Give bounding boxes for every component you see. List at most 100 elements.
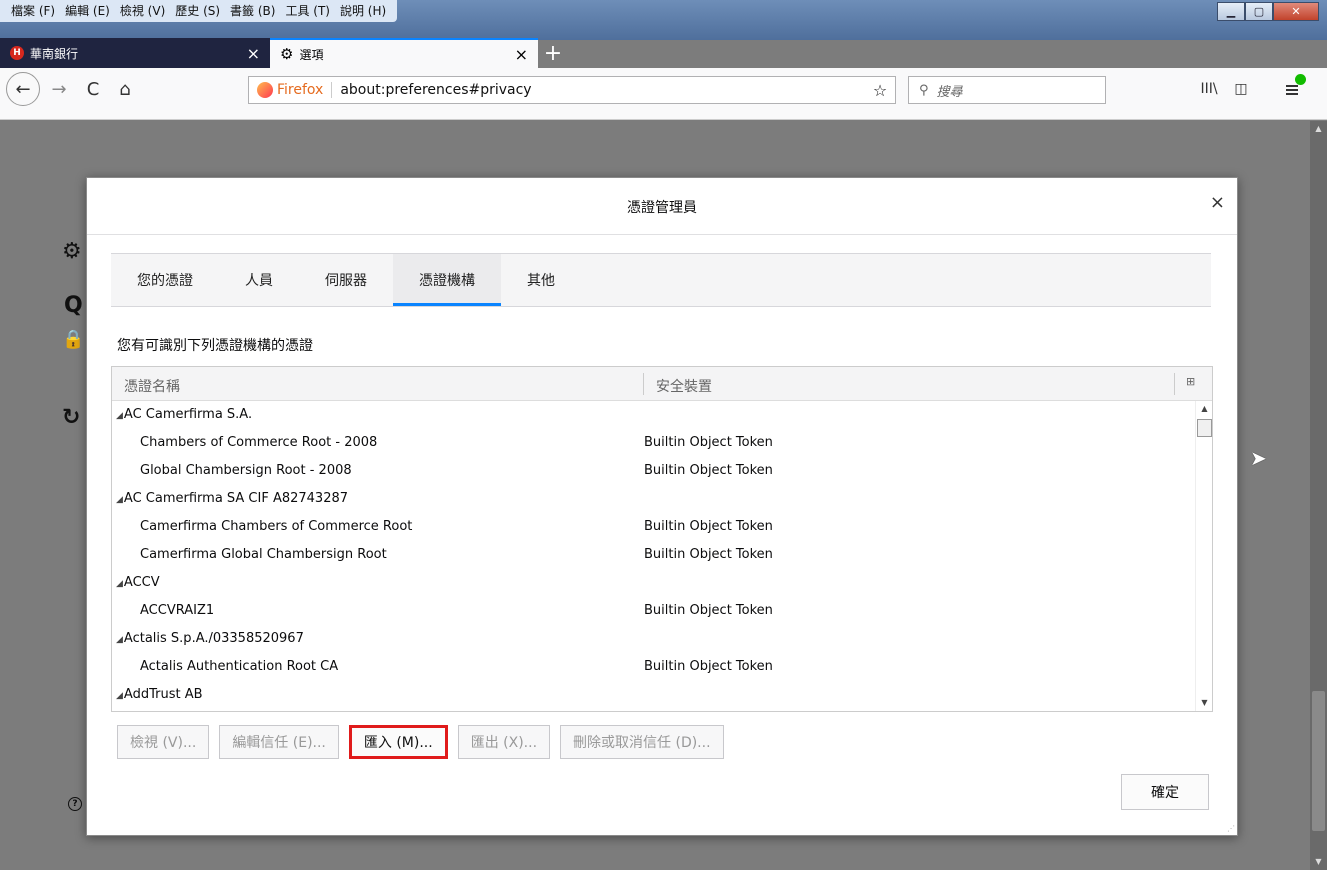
reload-button[interactable]: C — [80, 76, 106, 102]
scroll-thumb[interactable] — [1197, 419, 1212, 437]
minimize-button[interactable]: ▁ — [1217, 2, 1245, 21]
column-separator[interactable] — [1174, 373, 1175, 395]
tree-group-row[interactable]: ◢AC Camerfirma SA CIF A82743287 — [112, 485, 1196, 513]
certificate-name: Chambers of Commerce Root - 2008 — [140, 435, 378, 450]
general-gear-icon[interactable]: ⚙ — [62, 239, 82, 264]
import-button[interactable]: 匯入 (M)... — [348, 725, 448, 759]
certificate-name: Camerfirma Chambers of Commerce Root — [140, 519, 413, 534]
expand-twisty-icon[interactable]: ◢ — [116, 495, 123, 505]
resize-grip-icon[interactable]: ⋰ — [1227, 824, 1235, 833]
dialog-close-icon[interactable]: × — [1210, 192, 1225, 213]
firefox-icon — [257, 82, 273, 98]
certificate-name: AC Camerfirma S.A. — [123, 407, 253, 422]
page-scrollbar[interactable]: ▲ ▼ — [1310, 121, 1327, 870]
menu-bookmarks[interactable]: 書籤 (B) — [225, 0, 280, 22]
tree-group-row[interactable]: ◢AddTrust AB — [112, 681, 1196, 709]
privacy-lock-icon[interactable]: 🔒 — [62, 329, 84, 350]
bank-favicon-icon: H — [10, 46, 24, 60]
library-button[interactable]: III\ — [1196, 76, 1222, 102]
tab-close-icon[interactable]: × — [247, 44, 260, 63]
view-button[interactable]: 檢視 (V)... — [117, 725, 210, 759]
authorities-description: 您有可識別下列憑證機構的憑證 — [117, 338, 313, 354]
tab-people[interactable]: 人員 — [219, 254, 299, 306]
url-bar[interactable]: Firefox about:preferences#privacy ☆ — [248, 76, 896, 104]
certificate-name: ACCVRAIZ1 — [140, 603, 215, 618]
column-separator[interactable] — [643, 373, 644, 395]
column-header-device[interactable]: 安全裝置 — [656, 376, 712, 396]
update-badge-icon — [1295, 74, 1306, 85]
tab-close-icon[interactable]: × — [515, 45, 528, 64]
new-tab-button[interactable]: + — [538, 38, 568, 68]
tree-group-row[interactable]: ◢ACCV — [112, 569, 1196, 597]
search-icon: ⚲ — [919, 82, 929, 98]
tab-servers[interactable]: 伺服器 — [299, 254, 393, 306]
scroll-down-arrow-icon[interactable]: ▼ — [1196, 695, 1213, 711]
security-device: Builtin Object Token — [644, 603, 773, 618]
sidebar-button[interactable]: ◫ — [1228, 76, 1254, 102]
expand-twisty-icon[interactable]: ◢ — [116, 691, 123, 701]
tree-body: ◢AC Camerfirma S.A. Chambers of Commerce … — [112, 401, 1196, 711]
scroll-up-arrow-icon[interactable]: ▲ — [1310, 121, 1327, 137]
certificate-row[interactable]: ACCVRAIZ1 Builtin Object Token — [112, 597, 1196, 625]
back-button[interactable]: ← — [6, 72, 40, 106]
menu-view[interactable]: 檢視 (V) — [115, 0, 170, 22]
forward-button[interactable]: → — [46, 76, 72, 102]
column-header-name[interactable]: 憑證名稱 — [124, 376, 180, 396]
url-input[interactable]: about:preferences#privacy — [340, 82, 865, 98]
dialog-title: 憑證管理員 — [627, 200, 697, 216]
window-close-button[interactable]: ✕ — [1273, 2, 1319, 21]
tree-scrollbar[interactable]: ▲ ▼ — [1195, 401, 1212, 711]
tab-authorities[interactable]: 憑證機構 — [393, 254, 501, 306]
tab-title: 選項 — [299, 47, 324, 62]
ok-button[interactable]: 確定 — [1121, 774, 1209, 810]
maximize-button[interactable]: ▢ — [1245, 2, 1273, 21]
certificate-row[interactable]: Camerfirma Chambers of Commerce Root Buil… — [112, 513, 1196, 541]
expand-twisty-icon[interactable]: ◢ — [116, 579, 123, 589]
certificate-name: Actalis S.p.A./03358520967 — [123, 631, 304, 646]
export-button[interactable]: 匯出 (X)... — [457, 725, 551, 759]
tab-others[interactable]: 其他 — [501, 254, 581, 306]
tab-your-certificates[interactable]: 您的憑證 — [111, 254, 219, 306]
column-picker-icon[interactable]: ⊞ — [1186, 375, 1195, 388]
edit-trust-button[interactable]: 編輯信任 (E)... — [219, 725, 339, 759]
tree-group-row[interactable]: ◢Actalis S.p.A./03358520967 — [112, 625, 1196, 653]
sync-icon[interactable]: ↻ — [62, 405, 80, 430]
home-button[interactable]: ⌂ — [112, 76, 138, 102]
tab-hua-nan-bank[interactable]: H 華南銀行 × — [0, 38, 270, 68]
certificate-row[interactable]: Chambers of Commerce Root - 2008 Builtin … — [112, 429, 1196, 457]
hamburger-menu-button[interactable] — [1280, 74, 1306, 102]
navigation-toolbar: ← → C ⌂ Firefox about:preferences#privac… — [0, 68, 1327, 120]
menu-file[interactable]: 檔案 (F) — [6, 0, 60, 22]
certificate-row[interactable]: Camerfirma Global Chambersign Root Builti… — [112, 541, 1196, 569]
certificate-tree[interactable]: 憑證名稱 安全裝置 ⊞ ◢AC Camerfirma S.A. Chambers … — [111, 366, 1213, 712]
certificate-row[interactable]: Global Chambersign Root - 2008 Builtin Ob… — [112, 457, 1196, 485]
expand-twisty-icon[interactable]: ◢ — [116, 635, 123, 645]
certificate-name: Camerfirma Global Chambersign Root — [140, 547, 387, 562]
certificate-name: Actalis Authentication Root CA — [140, 659, 339, 674]
dialog-header: 憑證管理員 × — [87, 178, 1237, 235]
certificate-name: ACCV — [123, 575, 160, 590]
scroll-thumb[interactable] — [1312, 691, 1325, 831]
scroll-down-arrow-icon[interactable]: ▼ — [1310, 854, 1327, 870]
menu-tools[interactable]: 工具 (T) — [280, 0, 335, 22]
search-pane-icon[interactable]: Q — [64, 293, 83, 318]
menu-edit[interactable]: 編輯 (E) — [60, 0, 115, 22]
expand-twisty-icon[interactable]: ◢ — [116, 411, 123, 421]
delete-or-distrust-button[interactable]: 刪除或取消信任 (D)... — [560, 725, 724, 759]
bookmark-star-icon[interactable]: ☆ — [865, 81, 895, 100]
security-device: Builtin Object Token — [644, 659, 773, 674]
tree-group-row[interactable]: ◢AC Camerfirma S.A. — [112, 401, 1196, 429]
scroll-up-arrow-icon[interactable]: ▲ — [1196, 401, 1213, 417]
help-icon[interactable]: ? — [68, 797, 82, 811]
identity-label: Firefox — [277, 82, 333, 98]
menu-help[interactable]: 說明 (H) — [335, 0, 391, 22]
certificate-name: Global Chambersign Root - 2008 — [140, 463, 352, 478]
search-input[interactable]: ⚲ 搜尋 — [908, 76, 1106, 104]
certificate-row[interactable]: Actalis Authentication Root CA Builtin Ob… — [112, 653, 1196, 681]
tab-options[interactable]: ⚙ 選項 × — [270, 38, 538, 68]
menu-history[interactable]: 歷史 (S) — [170, 0, 225, 22]
search-placeholder: 搜尋 — [936, 84, 963, 100]
window-controls: ▁ ▢ ✕ — [1217, 2, 1319, 21]
security-device: Builtin Object Token — [644, 463, 773, 478]
gear-icon: ⚙ — [280, 45, 294, 63]
